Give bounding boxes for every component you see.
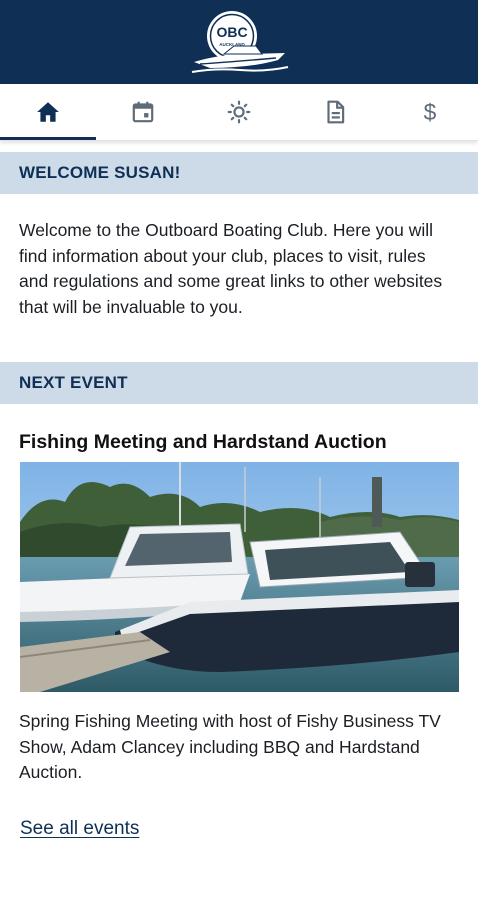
tab-weather[interactable] — [191, 84, 287, 140]
welcome-message: Welcome to the Outboard Boating Club. He… — [19, 220, 443, 317]
event-description: Spring Fishing Meeting with host of Fish… — [19, 711, 441, 782]
dollar-icon: $ — [424, 99, 437, 125]
tab-documents[interactable] — [287, 84, 383, 140]
tab-payments[interactable]: $ — [382, 84, 478, 140]
active-tab-indicator — [0, 137, 96, 140]
event-image[interactable] — [20, 462, 459, 692]
calendar-icon — [133, 101, 154, 123]
document-icon — [327, 100, 344, 124]
next-event-section-bar: NEXT EVENT — [0, 362, 478, 404]
boats-photo — [20, 462, 459, 692]
obc-logo: OBC AUCKLAND — [191, 11, 289, 73]
tab-events[interactable] — [96, 84, 192, 140]
tab-bar: $ — [0, 84, 478, 141]
next-event-heading: NEXT EVENT — [19, 373, 128, 392]
home-icon — [36, 102, 59, 122]
tab-home[interactable] — [0, 84, 96, 140]
logo-text: OBC — [216, 24, 247, 40]
welcome-heading: WELCOME SUSAN! — [19, 163, 181, 182]
app-header: OBC AUCKLAND — [0, 0, 478, 84]
sun-icon — [227, 100, 251, 124]
see-all-events-link[interactable]: See all events — [20, 818, 139, 840]
welcome-section-bar: WELCOME SUSAN! — [0, 152, 478, 194]
event-title[interactable]: Fishing Meeting and Hardstand Auction — [19, 431, 464, 454]
svg-text:$: $ — [424, 99, 437, 125]
